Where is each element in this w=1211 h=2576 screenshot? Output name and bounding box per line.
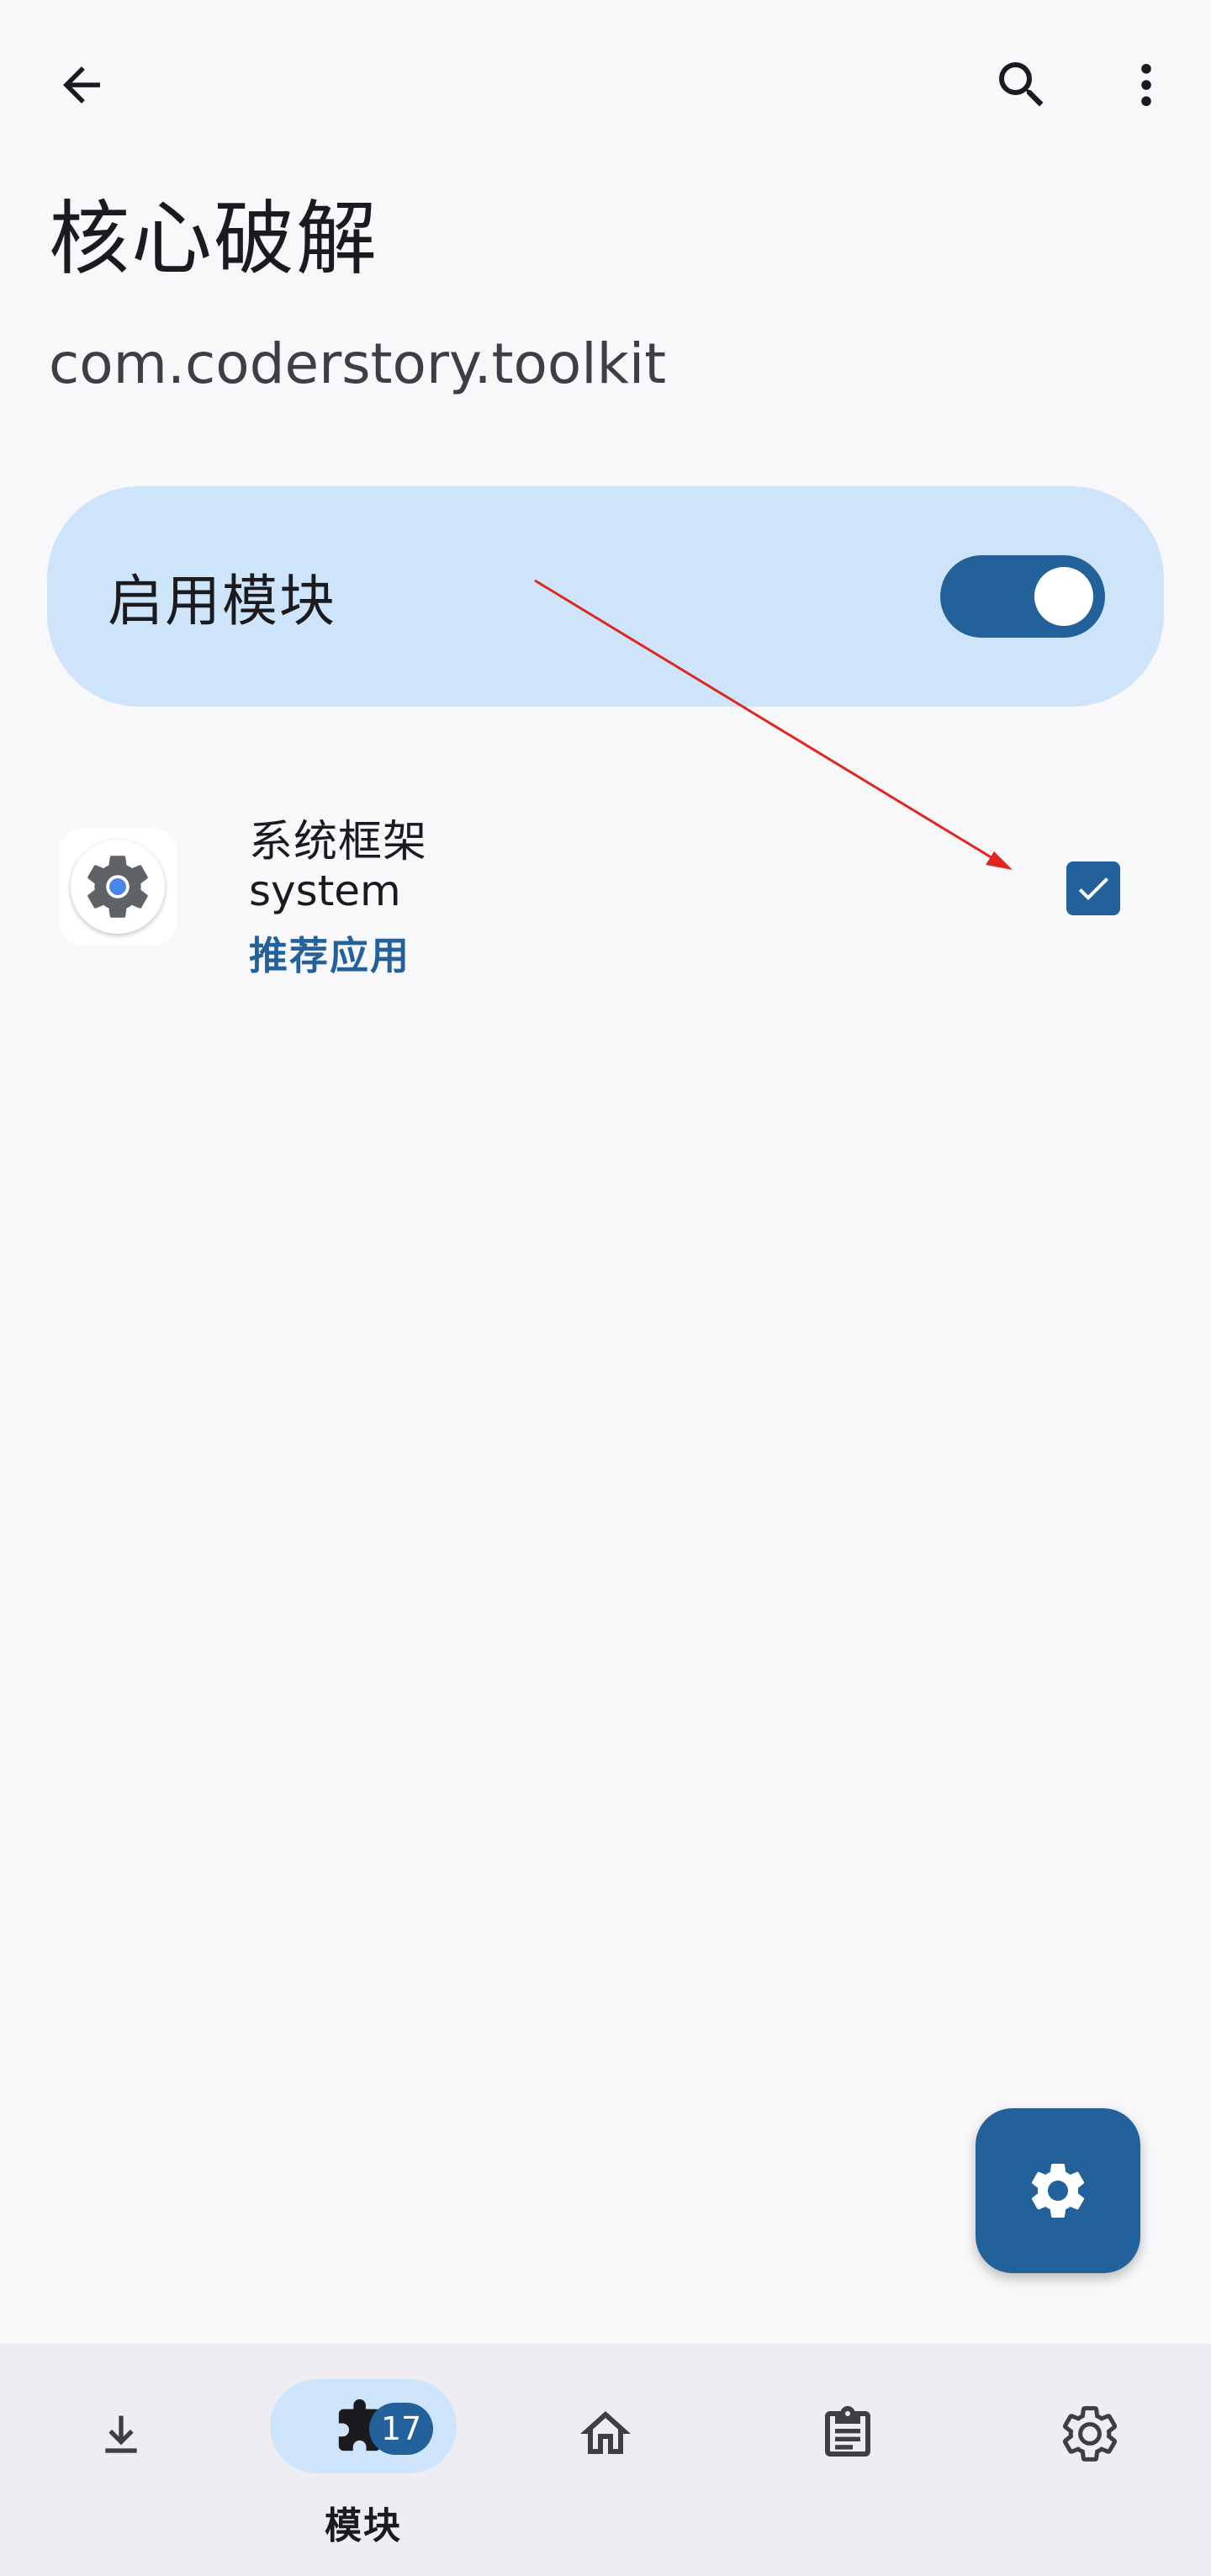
more-options-button[interactable] (1100, 39, 1192, 131)
switch-knob (1034, 567, 1093, 626)
back-button[interactable] (35, 39, 128, 131)
modules-count-badge: 17 (369, 2403, 434, 2455)
bottom-navigation: 17 模块 (0, 2344, 1211, 2576)
recommended-tag: 推荐应用 (249, 933, 410, 978)
module-detail-screen: 核心破解 com.coderstory.toolkit 启用模块 系统框架 sy… (0, 0, 1211, 2576)
nav-icon-container (1006, 2389, 1174, 2478)
more-vert-icon (1141, 63, 1151, 107)
module-app-package: system (249, 867, 401, 915)
nav-item-settings[interactable] (969, 2344, 1211, 2576)
nav-item-home[interactable] (484, 2344, 727, 2576)
page-title: 核心破解 (49, 192, 378, 286)
list-item[interactable]: 系统框架 system 推荐应用 (0, 782, 1211, 993)
home-icon (580, 2411, 631, 2454)
arrow-back-icon (63, 66, 100, 103)
app-icon-circle (71, 840, 165, 934)
gear-icon (1031, 2164, 1085, 2218)
download-icon (105, 2415, 137, 2453)
nav-icon-container (521, 2389, 690, 2478)
nav-item-modules[interactable]: 17 模块 (242, 2344, 484, 2576)
clipboard-icon (825, 2406, 870, 2457)
package-name: com.coderstory.toolkit (49, 331, 667, 396)
module-checkbox[interactable] (1066, 861, 1120, 915)
nav-icon-container: 17 (270, 2379, 457, 2473)
gear-icon (1062, 2406, 1118, 2462)
module-app-name: 系统框架 (249, 817, 428, 867)
enable-module-card[interactable]: 启用模块 (47, 486, 1164, 707)
search-icon (999, 62, 1044, 107)
settings-fab[interactable] (976, 2108, 1140, 2273)
gear-icon (87, 856, 148, 918)
nav-label-modules: 模块 (325, 2504, 402, 2547)
nav-icon-container (37, 2389, 205, 2478)
nav-item-logs[interactable] (727, 2344, 969, 2576)
search-button[interactable] (976, 39, 1068, 131)
check-icon (1078, 877, 1108, 900)
app-icon (59, 828, 177, 946)
nav-item-download[interactable] (0, 2344, 242, 2576)
enable-module-switch[interactable] (940, 555, 1105, 638)
nav-icon-container (764, 2389, 932, 2478)
enable-module-label: 启用模块 (108, 569, 336, 633)
